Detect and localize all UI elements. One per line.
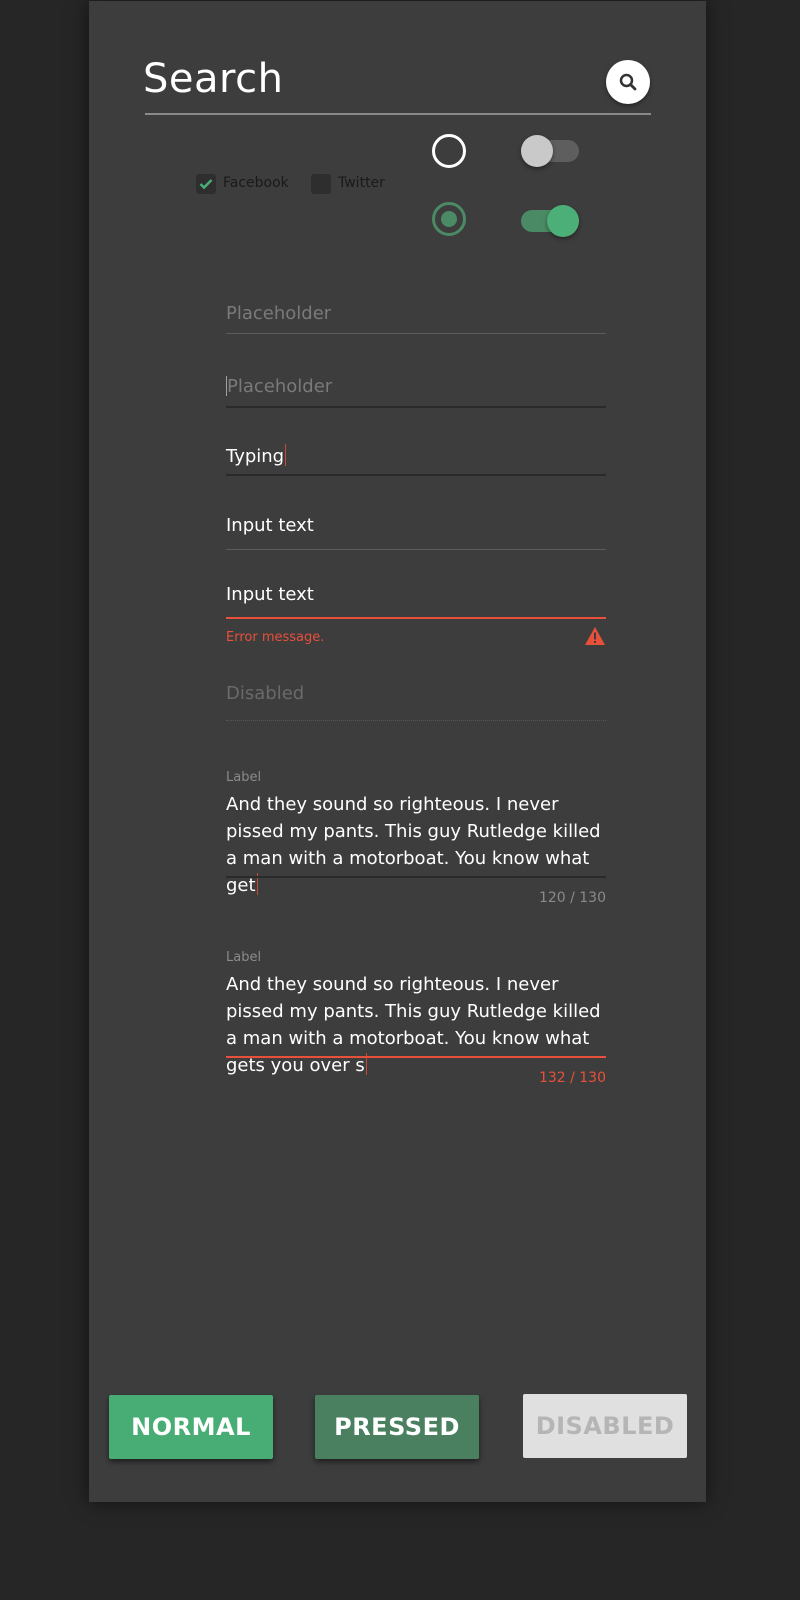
toggle-knob — [547, 205, 579, 237]
input-underline — [226, 549, 606, 550]
toggle-knob — [521, 135, 553, 167]
placeholder-text: Placeholder — [227, 376, 333, 397]
textarea-underline — [226, 876, 606, 878]
facebook-checkbox-label: Facebook — [223, 175, 289, 191]
textarea-label: Label — [226, 950, 262, 965]
disabled-button: DISABLED — [523, 1394, 687, 1458]
input-underline-error — [226, 617, 606, 619]
typing-text-wrap: Typing — [226, 444, 287, 467]
form-panel — [89, 1, 706, 1502]
textarea-underline-error — [226, 1056, 606, 1058]
character-counter-error: 132 / 130 — [538, 1070, 606, 1086]
textarea-label: Label — [226, 770, 262, 785]
character-counter: 120 / 130 — [538, 890, 606, 906]
radio-dot — [441, 211, 457, 227]
text-caret — [285, 444, 287, 466]
normal-button[interactable]: NORMAL — [109, 1395, 273, 1459]
input-underline-disabled — [226, 720, 606, 721]
twitter-checkbox[interactable] — [311, 174, 331, 194]
check-icon — [199, 179, 213, 190]
input-underline — [226, 333, 606, 334]
search-title: Search — [143, 56, 284, 102]
search-underline — [145, 113, 651, 115]
input-underline — [226, 474, 606, 476]
pressed-button[interactable]: PRESSED — [315, 1395, 479, 1459]
placeholder-text-wrap: Placeholder — [226, 376, 332, 397]
input-text: Input text — [226, 584, 314, 605]
textarea-text: And they sound so righteous. I never pis… — [226, 974, 601, 1076]
error-message: Error message. — [226, 630, 325, 645]
search-button[interactable] — [606, 60, 650, 104]
search-icon — [619, 73, 637, 91]
facebook-checkbox[interactable] — [196, 174, 216, 194]
warning-icon — [585, 627, 605, 645]
textarea-text: And they sound so righteous. I never pis… — [226, 794, 601, 896]
radio-selected[interactable] — [432, 202, 466, 236]
placeholder-text: Placeholder — [226, 303, 332, 324]
disabled-text: Disabled — [226, 683, 305, 704]
textarea[interactable]: And they sound so righteous. I never pis… — [226, 791, 606, 899]
twitter-checkbox-label: Twitter — [338, 175, 385, 191]
typing-text: Typing — [226, 446, 285, 467]
textarea-error[interactable]: And they sound so righteous. I never pis… — [226, 971, 606, 1079]
radio-unselected[interactable] — [432, 134, 466, 168]
input-underline — [226, 406, 606, 408]
input-text: Input text — [226, 515, 314, 536]
